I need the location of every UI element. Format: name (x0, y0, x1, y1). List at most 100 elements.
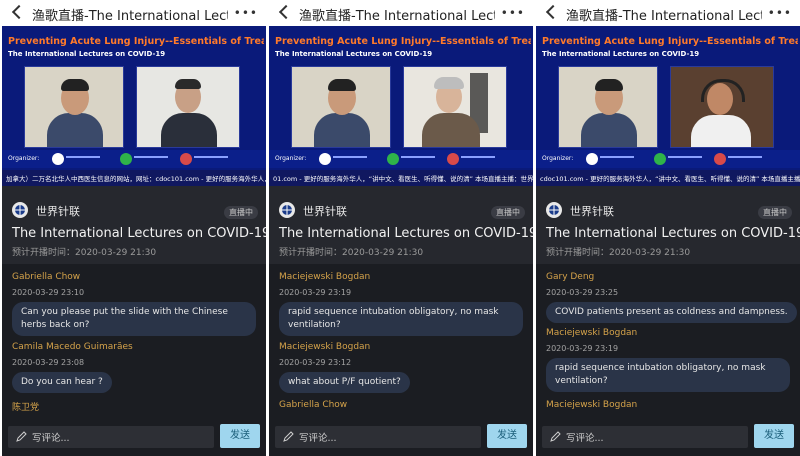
send-button[interactable]: 发送 (220, 424, 260, 448)
pencil-icon (16, 431, 27, 442)
phone-screen-3: 渔歌直播-The International Lectures... ••• P… (536, 0, 800, 456)
more-dots-icon[interactable]: ••• (501, 6, 525, 20)
live-badge: 直播中 (224, 206, 258, 219)
phone-screen-2: 渔歌直播-The International Lectures... ••• P… (269, 0, 533, 456)
schedule-time: 预计开播时间：2020-03-29 21:30 (546, 248, 691, 258)
comment-bubble: Can you please put the slide with the Ch… (12, 302, 256, 336)
organizer-label: Organizer: (542, 155, 574, 162)
ticker-text: 01.com - 更好的服务海外华人，“讲中文、看医生、听得懂、说的清” 本场直… (273, 175, 533, 183)
nav-bar: 渔歌直播-The International Lectures... ••• (269, 0, 533, 26)
comment-placeholder: 写评论... (566, 433, 604, 444)
comment-composer: 写评论... 发送 (536, 424, 800, 456)
organizer-label: Organizer: (275, 155, 307, 162)
window-title: 渔歌直播-The International Lectures... (32, 9, 228, 23)
live-info-card: 世界针联 直播中 The International Lectures on C… (536, 186, 800, 264)
chevron-left-icon[interactable] (278, 4, 294, 20)
comment-composer: 写评论... 发送 (2, 424, 266, 456)
speaker-camera-left (291, 66, 391, 148)
comment-time: 2020-03-29 23:19 (546, 344, 619, 353)
comment-list[interactable]: Gabriella Chow 2020-03-29 23:10 Can you … (2, 264, 266, 424)
send-button[interactable]: 发送 (487, 424, 527, 448)
comment-input[interactable]: 写评论... (542, 426, 748, 448)
window-title: 渔歌直播-The International Lectures... (299, 9, 495, 23)
comment-author: Maciejewski Bogdan (279, 342, 371, 352)
video-title: Preventing Acute Lung Injury--Essentials… (8, 36, 264, 47)
speaker-camera-right (670, 66, 774, 148)
comment-list[interactable]: Maciejewski Bogdan 2020-03-29 23:19 rapi… (269, 264, 533, 424)
comment-author: Camila Macedo Guimarães (12, 342, 133, 352)
live-badge: 直播中 (758, 206, 792, 219)
more-dots-icon[interactable]: ••• (768, 6, 792, 20)
organizer-logo-icon (447, 153, 459, 165)
host-name[interactable]: 世界针联 (36, 203, 80, 219)
news-ticker: 01.com - 更好的服务海外华人，“讲中文、看医生、听得懂、说的清” 本场直… (269, 170, 533, 186)
comment-bubble: Do you can hear ? (12, 372, 112, 393)
live-info-card: 世界针联 直播中 The International Lectures on C… (2, 186, 266, 264)
comment-time: 2020-03-29 23:10 (12, 288, 85, 297)
host-avatar[interactable] (12, 202, 28, 218)
schedule-time: 预计开播时间：2020-03-29 21:30 (279, 248, 424, 258)
phone-screen-1: 渔歌直播-The International Lectures... ••• P… (2, 0, 266, 456)
comment-bubble: what about P/F quotient? (279, 372, 410, 393)
organizer-logo-icon (586, 153, 598, 165)
comment-time: 2020-03-29 23:25 (546, 288, 619, 297)
comment-time: 2020-03-29 23:12 (279, 358, 352, 367)
comment-author: Maciejewski Bogdan (546, 328, 638, 338)
comment-time: 2020-03-29 23:08 (12, 358, 85, 367)
live-badge: 直播中 (491, 206, 525, 219)
comment-list[interactable]: Gary Deng 2020-03-29 23:25 COVID patient… (536, 264, 800, 424)
comment-input[interactable]: 写评论... (275, 426, 481, 448)
speaker-camera-left (24, 66, 124, 148)
video-subtitle: The International Lectures on COVID-19 (275, 50, 433, 58)
live-video-player[interactable]: Preventing Acute Lung Injury--Essentials… (269, 26, 533, 186)
lecture-title: The International Lectures on COVID-19 (546, 226, 800, 241)
organizer-logo-icon (180, 153, 192, 165)
comment-author: Gary Deng (546, 272, 595, 282)
send-button[interactable]: 发送 (754, 424, 794, 448)
nav-bar: 渔歌直播-The International Lectures... ••• (2, 0, 266, 26)
host-name[interactable]: 世界针联 (303, 203, 347, 219)
globe-logo-icon (282, 205, 292, 215)
organizer-strip: Organizer: (536, 150, 800, 168)
comment-author: Maciejewski Bogdan (279, 272, 371, 282)
video-subtitle: The International Lectures on COVID-19 (8, 50, 166, 58)
three-phone-screens: 渔歌直播-The International Lectures... ••• P… (0, 0, 800, 456)
chevron-left-icon[interactable] (545, 4, 561, 20)
nav-bar: 渔歌直播-The International Lectures... ••• (536, 0, 800, 26)
comment-placeholder: 写评论... (32, 433, 70, 444)
comment-placeholder: 写评论... (299, 433, 337, 444)
more-dots-icon[interactable]: ••• (234, 6, 258, 20)
comment-bubble: rapid sequence intubation obligatory, no… (279, 302, 523, 336)
video-title: Preventing Acute Lung Injury--Essentials… (542, 36, 798, 47)
organizer-label: Organizer: (8, 155, 40, 162)
live-info-card: 世界针联 直播中 The International Lectures on C… (269, 186, 533, 264)
live-video-player[interactable]: Preventing Acute Lung Injury--Essentials… (536, 26, 800, 186)
video-title: Preventing Acute Lung Injury--Essentials… (275, 36, 531, 47)
speaker-camera-left (558, 66, 658, 148)
globe-logo-icon (15, 205, 25, 215)
host-avatar[interactable] (279, 202, 295, 218)
chevron-left-icon[interactable] (11, 4, 27, 20)
comment-author: Gabriella Chow (12, 272, 81, 282)
news-ticker: cdoc101.com - 更好的服务海外华人，“讲中文、看医生、听得懂、说的清… (536, 170, 800, 186)
live-video-player[interactable]: Preventing Acute Lung Injury--Essentials… (2, 26, 266, 186)
organizer-logo-icon (120, 153, 132, 165)
pencil-icon (550, 431, 561, 442)
speaker-camera-right (136, 66, 240, 148)
organizer-logo-icon (52, 153, 64, 165)
comment-bubble: rapid sequence intubation obligatory, no… (546, 358, 790, 392)
speaker-camera-right (403, 66, 507, 148)
window-title: 渔歌直播-The International Lectures... (566, 9, 762, 23)
video-subtitle: The International Lectures on COVID-19 (542, 50, 700, 58)
lecture-title: The International Lectures on COVID-19 (12, 226, 266, 241)
host-avatar[interactable] (546, 202, 562, 218)
organizer-strip: Organizer: (2, 150, 266, 168)
comment-input[interactable]: 写评论... (8, 426, 214, 448)
organizer-strip: Organizer: (269, 150, 533, 168)
news-ticker: 加拿大）二万名北华人中西医生信息的网站，网址：cdoc101.com - 更好的… (2, 170, 266, 186)
organizer-logo-icon (654, 153, 666, 165)
comment-author: Gabriella Chow (279, 400, 348, 410)
comment-time: 2020-03-29 23:19 (279, 288, 352, 297)
host-name[interactable]: 世界针联 (570, 203, 614, 219)
schedule-time: 预计开播时间：2020-03-29 21:30 (12, 248, 157, 258)
